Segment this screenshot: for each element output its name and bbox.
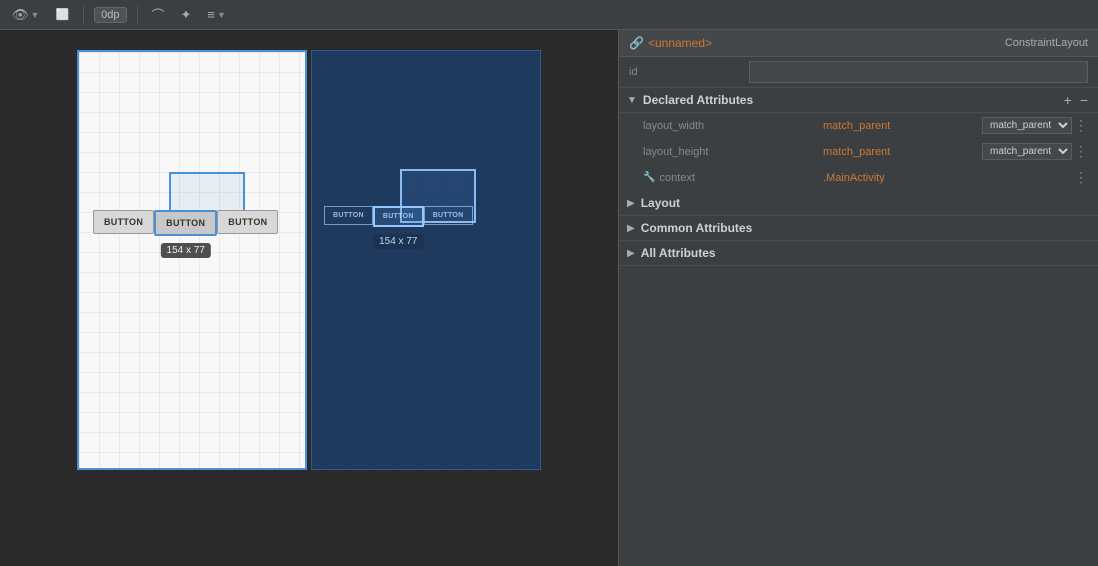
toolbar-separator bbox=[83, 6, 84, 24]
design-button-group: BUTTON BUTTON 154 x 77 BUTTON bbox=[93, 210, 278, 236]
blueprint-button-group: BUTTON BUTTON 154 x 77 BUTTON bbox=[324, 206, 473, 227]
layout-height-value: match_parent bbox=[823, 146, 982, 158]
declared-actions: + − bbox=[1062, 93, 1090, 107]
blueprint-button-3[interactable]: BUTTON bbox=[424, 206, 473, 225]
rp-title: 🔗 <unnamed> bbox=[629, 36, 712, 50]
layout-height-controls: match_parent wrap_content fixed ⋮ bbox=[982, 143, 1088, 160]
layout-width-controls: match_parent wrap_content fixed ⋮ bbox=[982, 117, 1088, 134]
curve-icon[interactable]: ⌒ bbox=[148, 3, 169, 26]
context-value: .MainActivity bbox=[823, 172, 1074, 184]
design-btn-3-label[interactable]: BUTTON bbox=[217, 210, 278, 234]
design-button-1[interactable]: BUTTON bbox=[93, 210, 154, 234]
layout-width-menu[interactable]: ⋮ bbox=[1074, 117, 1088, 134]
layout-height-dropdown[interactable]: match_parent wrap_content fixed bbox=[982, 143, 1072, 160]
align-icon[interactable]: ≡ ▼ bbox=[203, 5, 230, 24]
design-panel-inner: BUTTON BUTTON 154 x 77 BUTTON bbox=[79, 52, 305, 468]
design-btn-1-label[interactable]: BUTTON bbox=[93, 210, 154, 234]
declared-remove-button[interactable]: − bbox=[1078, 93, 1090, 107]
wrench-icon: 🔧 bbox=[643, 172, 655, 183]
all-title: All Attributes bbox=[641, 246, 1090, 260]
design-button-3[interactable]: BUTTON bbox=[217, 210, 278, 234]
design-btn-2-label[interactable]: BUTTON bbox=[154, 210, 217, 236]
context-row: 🔧 context .MainActivity ⋮ bbox=[619, 165, 1098, 191]
link-icon: 🔗 bbox=[629, 36, 644, 50]
layout-title: Layout bbox=[641, 196, 1090, 210]
common-arrow: ▶ bbox=[627, 223, 635, 234]
blueprint-btn-1-label[interactable]: BUTTON bbox=[324, 206, 373, 225]
layout-width-label: layout_width bbox=[643, 120, 823, 132]
context-label: 🔧 context bbox=[643, 172, 823, 184]
rp-header: 🔗 <unnamed> ConstraintLayout bbox=[619, 30, 1098, 57]
layout-width-value: match_parent bbox=[823, 120, 982, 132]
id-input[interactable] bbox=[749, 61, 1088, 83]
declared-arrow: ▼ bbox=[627, 95, 637, 106]
blueprint-panel: BUTTON BUTTON 154 x 77 BUTTON bbox=[311, 50, 541, 470]
right-panel: 🔗 <unnamed> ConstraintLayout id ▼ Declar… bbox=[618, 30, 1098, 566]
layout-height-menu[interactable]: ⋮ bbox=[1074, 143, 1088, 160]
declared-attributes-section[interactable]: ▼ Declared Attributes + − bbox=[619, 88, 1098, 113]
layout-width-dropdown[interactable]: match_parent wrap_content fixed bbox=[982, 117, 1072, 134]
context-menu[interactable]: ⋮ bbox=[1074, 169, 1088, 186]
layout-arrow: ▶ bbox=[627, 198, 635, 209]
blueprint-size-tooltip: 154 x 77 bbox=[373, 234, 423, 249]
blueprint-button-1[interactable]: BUTTON bbox=[324, 206, 373, 225]
layout-width-row: layout_width match_parent match_parent w… bbox=[619, 113, 1098, 139]
blueprint-btn-2-label[interactable]: BUTTON bbox=[373, 206, 424, 227]
common-title: Common Attributes bbox=[641, 221, 1090, 235]
magic-icon[interactable]: ✦ bbox=[177, 5, 196, 25]
device-icon[interactable]: ⬜ bbox=[51, 6, 73, 23]
declared-add-button[interactable]: + bbox=[1062, 93, 1074, 107]
id-label: id bbox=[629, 66, 749, 78]
design-size-tooltip: 154 x 77 bbox=[161, 243, 211, 258]
common-attributes-section[interactable]: ▶ Common Attributes bbox=[619, 216, 1098, 241]
toolbar: 👁 ▼ ⬜ 0dp ⌒ ✦ ≡ ▼ bbox=[0, 0, 1098, 30]
layout-height-row: layout_height match_parent match_parent … bbox=[619, 139, 1098, 165]
layout-type-label: ConstraintLayout bbox=[1005, 37, 1088, 49]
all-arrow: ▶ bbox=[627, 248, 635, 259]
component-name: <unnamed> bbox=[648, 36, 712, 50]
all-attributes-section[interactable]: ▶ All Attributes bbox=[619, 241, 1098, 266]
toolbar-separator-2 bbox=[137, 6, 138, 24]
canvas-area: BUTTON BUTTON 154 x 77 BUTTON bbox=[0, 30, 618, 566]
eye-icon[interactable]: 👁 ▼ bbox=[8, 5, 43, 25]
id-row: id bbox=[619, 57, 1098, 88]
layout-section[interactable]: ▶ Layout bbox=[619, 191, 1098, 216]
design-button-2-wrapper: BUTTON 154 x 77 bbox=[154, 210, 217, 236]
dp-badge[interactable]: 0dp bbox=[94, 7, 126, 23]
blueprint-btn-3-label[interactable]: BUTTON bbox=[424, 206, 473, 225]
main-area: BUTTON BUTTON 154 x 77 BUTTON bbox=[0, 30, 1098, 566]
blueprint-button-2-wrapper: BUTTON 154 x 77 bbox=[373, 206, 424, 227]
context-controls: ⋮ bbox=[1074, 169, 1088, 186]
design-panel: BUTTON BUTTON 154 x 77 BUTTON bbox=[77, 50, 307, 470]
declared-title: Declared Attributes bbox=[643, 93, 1062, 107]
layout-height-label: layout_height bbox=[643, 146, 823, 158]
